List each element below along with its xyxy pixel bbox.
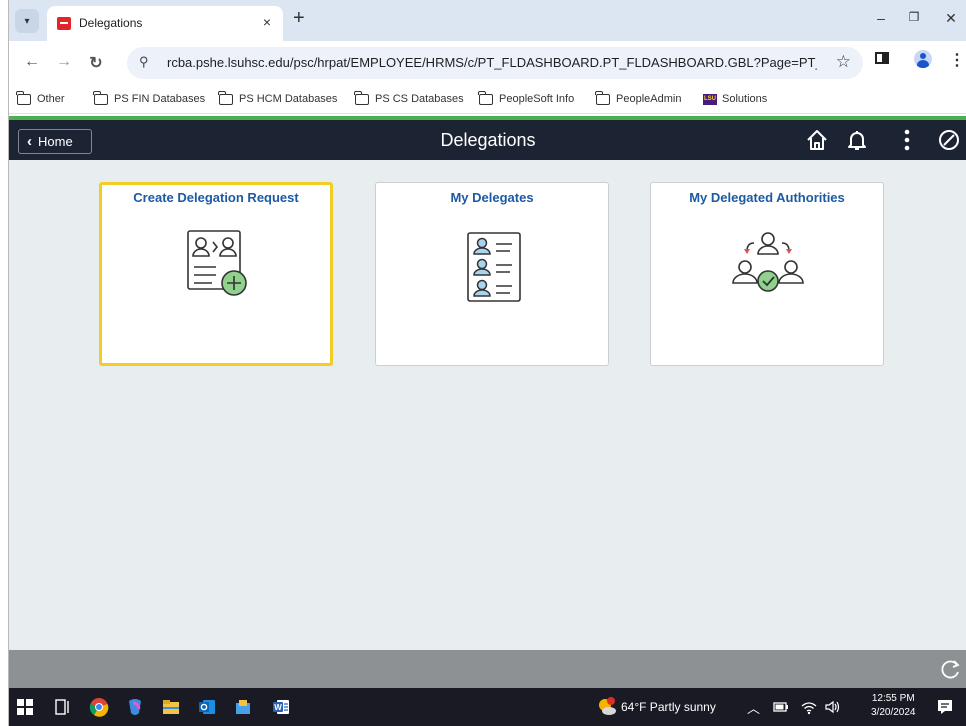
snipping-tool-icon[interactable]	[233, 697, 253, 717]
restore-icon[interactable]: ❐	[904, 10, 924, 24]
window-close-icon[interactable]: ✕	[941, 10, 961, 27]
bookmark-label: Other	[37, 93, 65, 105]
refresh-icon[interactable]	[939, 658, 961, 680]
bookmark-label: PeopleAdmin	[616, 93, 682, 105]
create-delegation-icon	[187, 230, 247, 296]
tab-strip: ▾ Delegations × + – ❐ ✕	[9, 0, 966, 41]
close-tab-icon[interactable]: ×	[263, 14, 271, 30]
site-info-icon[interactable]: ⚲	[139, 54, 149, 70]
home-back-button[interactable]: ‹ Home	[18, 129, 92, 154]
browser-tab[interactable]: Delegations ×	[47, 6, 283, 41]
bookmark-label: PeopleSoft Info	[499, 93, 575, 105]
tile-grid: Create Delegation Request My Delegates M…	[9, 160, 966, 650]
outlook-icon[interactable]	[197, 697, 217, 717]
show-hidden-icons-icon[interactable]: ︿	[747, 698, 760, 717]
tile-title: Create Delegation Request	[133, 190, 299, 205]
bookmarks-bar: Other PS FIN Databases PS HCM Databases …	[9, 85, 966, 114]
favicon-icon	[57, 17, 71, 30]
bookmark-label: Solutions	[722, 93, 768, 105]
notification-center-icon[interactable]	[935, 697, 955, 717]
bookmark-star-icon[interactable]: ☆	[836, 52, 851, 72]
browser-toolbar: ← → ↻ ⚲ rcba.pshe.lsuhsc.edu/psc/hrpat/E…	[9, 41, 966, 85]
forward-icon[interactable]: →	[55, 53, 73, 71]
bookmark-label: PS FIN Databases	[114, 93, 206, 105]
reload-icon[interactable]: ↻	[87, 53, 105, 73]
bookmark-ps-hcm[interactable]: PS HCM Databases	[218, 90, 338, 107]
wifi-icon[interactable]	[799, 697, 819, 717]
clock-date: 3/20/2024	[871, 707, 916, 718]
page-footer-bar	[9, 650, 966, 688]
back-icon[interactable]: ←	[23, 53, 41, 71]
browser-menu-icon[interactable]: ⋮	[949, 50, 965, 70]
actions-menu-icon[interactable]	[893, 126, 921, 154]
tile-title: My Delegates	[450, 190, 534, 205]
profile-avatar-icon[interactable]	[914, 50, 932, 68]
home-label: Home	[38, 134, 73, 149]
clock-time: 12:55 PM	[871, 693, 915, 704]
bookmark-solutions[interactable]: LSU Solutions	[703, 91, 767, 107]
system-clock[interactable]: 12:55 PM 3/20/2024	[871, 692, 916, 720]
volume-icon[interactable]	[823, 697, 843, 717]
url-text[interactable]: rcba.pshe.lsuhsc.edu/psc/hrpat/EMPLOYEE/…	[167, 55, 817, 70]
bookmark-ps-cs[interactable]: PS CS Databases	[354, 90, 464, 107]
app-header: ‹ Home Delegations	[9, 120, 966, 160]
bookmark-peopleadmin[interactable]: PeopleAdmin	[595, 90, 682, 107]
folder-icon	[595, 90, 610, 105]
task-view-icon[interactable]	[53, 697, 73, 717]
tile-my-delegates[interactable]: My Delegates	[375, 182, 609, 366]
home-icon[interactable]	[803, 126, 831, 154]
bookmark-other[interactable]: Other	[16, 90, 65, 107]
word-icon[interactable]: W	[271, 697, 291, 717]
copilot-icon[interactable]	[125, 697, 145, 717]
tab-title: Delegations	[79, 16, 143, 30]
address-bar[interactable]: ⚲ rcba.pshe.lsuhsc.edu/psc/hrpat/EMPLOYE…	[127, 47, 863, 79]
svg-text:W: W	[274, 703, 282, 712]
browser-window: ▾ Delegations × + – ❐ ✕ ← → ↻ ⚲ rcba.psh…	[8, 0, 966, 726]
weather-sun-icon[interactable]	[597, 697, 617, 717]
lsu-logo-icon: LSU	[703, 93, 717, 105]
minimize-icon[interactable]: –	[871, 10, 891, 26]
new-tab-button[interactable]: +	[293, 8, 305, 28]
side-panel-icon[interactable]	[875, 52, 889, 64]
delegated-authorities-icon	[732, 232, 804, 292]
bookmark-label: PS HCM Databases	[239, 93, 338, 105]
folder-icon	[354, 90, 369, 105]
file-explorer-icon[interactable]	[161, 697, 181, 717]
bookmark-peoplesoft-info[interactable]: PeopleSoft Info	[478, 90, 575, 107]
folder-icon	[218, 90, 233, 105]
chrome-icon[interactable]	[89, 697, 109, 717]
tile-create-delegation-request[interactable]: Create Delegation Request	[99, 182, 333, 366]
tab-search-icon[interactable]: ▾	[15, 9, 39, 33]
delegates-list-icon	[467, 232, 521, 302]
folder-icon	[93, 90, 108, 105]
folder-icon	[16, 90, 31, 105]
tile-title: My Delegated Authorities	[689, 190, 845, 205]
folder-icon	[478, 90, 493, 105]
windows-start-icon[interactable]	[15, 697, 35, 717]
notifications-bell-icon[interactable]	[843, 126, 871, 154]
bookmark-label: PS CS Databases	[375, 93, 464, 105]
weather-text[interactable]: 64°F Partly sunny	[621, 700, 716, 714]
navbar-compass-icon[interactable]	[935, 126, 963, 154]
battery-icon[interactable]	[771, 697, 791, 717]
chevron-left-icon: ‹	[27, 133, 32, 150]
windows-taskbar: W 64°F Partly sunny ︿ 12:55 PM 3/20/2024	[9, 688, 966, 726]
bookmark-ps-fin[interactable]: PS FIN Databases	[93, 90, 206, 107]
tile-my-delegated-authorities[interactable]: My Delegated Authorities	[650, 182, 884, 366]
